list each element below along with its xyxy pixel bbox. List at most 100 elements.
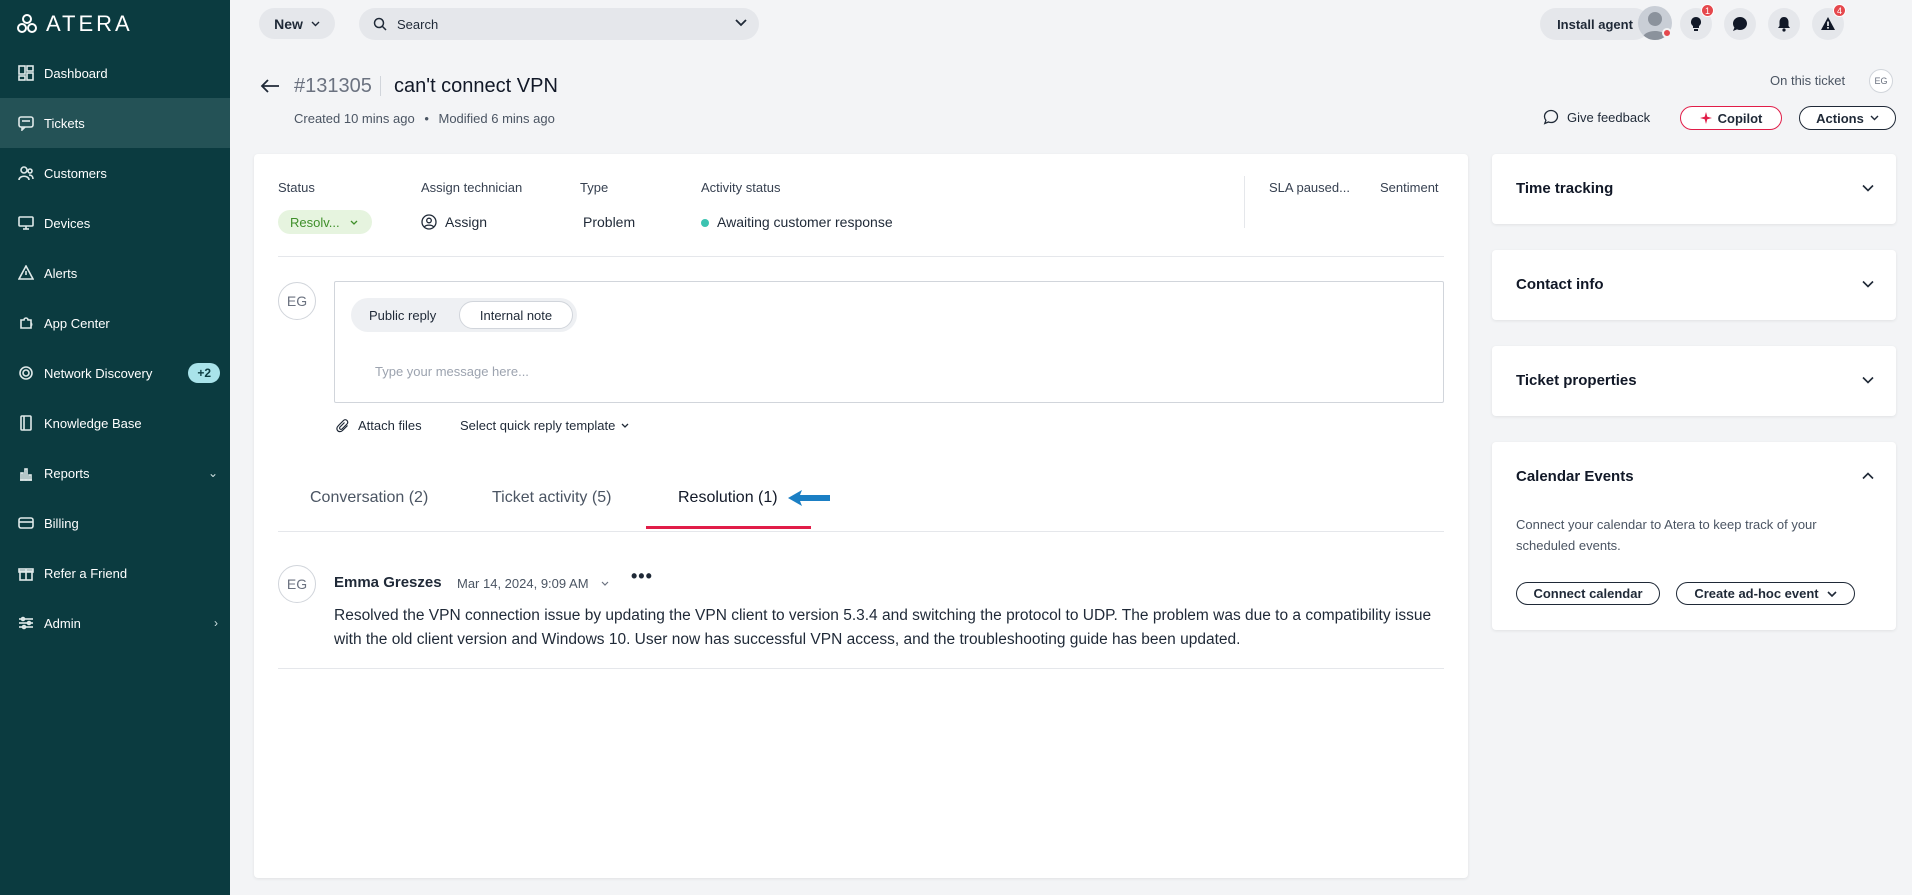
sidebar-item-devices[interactable]: Devices (0, 198, 230, 248)
chevron-down-icon[interactable] (1862, 278, 1874, 290)
active-tab-indicator (646, 526, 811, 529)
type-value[interactable]: Problem (583, 214, 635, 230)
technician-label: Assign technician (421, 180, 523, 195)
gift-icon (16, 563, 36, 583)
alerts-icon (16, 263, 36, 283)
new-button[interactable]: New (259, 8, 335, 39)
sidebar-item-dashboard[interactable]: Dashboard (0, 48, 230, 98)
sidebar-item-tickets[interactable]: Tickets (0, 98, 230, 148)
tab-conversation[interactable]: Conversation (2) (310, 489, 428, 507)
network-discovery-badge: +2 (188, 363, 220, 383)
connect-calendar-button[interactable]: Connect calendar (1516, 582, 1660, 605)
sidebar-item-label: App Center (44, 315, 110, 331)
sidebar-item-reports[interactable]: Reports ⌄ (0, 448, 230, 498)
panel-title: Ticket properties (1516, 372, 1637, 389)
message-input[interactable]: Type your message here... (375, 364, 529, 379)
activity-status-label: Activity status (701, 180, 781, 195)
ticket-properties-panel[interactable]: Ticket properties (1492, 346, 1896, 416)
app-center-icon (16, 313, 36, 333)
atera-logo[interactable]: ATERA (16, 11, 133, 36)
chevron-down-icon (601, 581, 608, 586)
sparkle-icon (1699, 112, 1712, 124)
lightbulb-icon (1691, 17, 1701, 31)
sidebar-item-knowledge-base[interactable]: Knowledge Base (0, 398, 230, 448)
copilot-button[interactable]: Copilot (1680, 106, 1782, 130)
devices-icon (16, 213, 36, 233)
create-ad-hoc-event-button[interactable]: Create ad-hoc event (1676, 582, 1855, 605)
sidebar-item-label: Reports (44, 465, 90, 481)
ticket-main-card: Status Resolv... Assign technician Assig… (254, 154, 1468, 878)
type-label: Type (580, 180, 609, 195)
chevron-down-icon[interactable] (1862, 182, 1874, 194)
annotation-arrow-icon (788, 490, 830, 506)
assign-technician-button[interactable]: Assign (421, 214, 487, 230)
sidebar-item-label: Network Discovery (44, 365, 153, 381)
sidebar-item-label: Admin (44, 615, 81, 631)
install-agent-button[interactable]: Install agent (1540, 8, 1650, 40)
attach-files-label: Attach files (358, 418, 422, 433)
panel-title: Contact info (1516, 276, 1604, 293)
reply-type-toggle: Public reply Internal note (351, 298, 577, 332)
sidebar-item-app-center[interactable]: App Center (0, 298, 230, 348)
sidebar-nav: Dashboard Tickets Customers Devices Aler… (0, 48, 230, 648)
dashboard-icon (16, 63, 36, 83)
feedback-icon (1543, 109, 1559, 125)
fields-divider (1244, 176, 1245, 228)
more-options-icon[interactable]: ••• (631, 566, 653, 587)
back-arrow-icon[interactable] (260, 78, 280, 94)
sidebar-item-label: Knowledge Base (44, 415, 142, 431)
notifications-button[interactable] (1768, 8, 1800, 40)
attach-files-button[interactable]: Attach files (336, 418, 422, 433)
alerts-button[interactable]: 4 (1812, 4, 1846, 40)
public-reply-tab[interactable]: Public reply (369, 308, 436, 323)
entry-author: Emma Greszes (334, 574, 442, 591)
tab-ticket-activity[interactable]: Ticket activity (5) (492, 489, 611, 507)
tickets-icon (16, 113, 36, 133)
copilot-label: Copilot (1717, 110, 1763, 126)
time-tracking-panel[interactable]: Time tracking (1492, 154, 1896, 224)
actions-button[interactable]: Actions (1799, 106, 1896, 130)
composer-avatar: EG (278, 282, 316, 320)
chat-icon (1733, 17, 1747, 31)
chevron-down-icon[interactable] (1862, 374, 1874, 386)
chevron-down-icon (1827, 590, 1837, 597)
sidebar-item-customers[interactable]: Customers (0, 148, 230, 198)
chevron-down-icon (311, 21, 320, 26)
entry-date-label: Mar 14, 2024, 9:09 AM (457, 576, 589, 591)
activity-status-value[interactable]: Awaiting customer response (717, 214, 893, 230)
sidebar-item-label: Alerts (44, 265, 78, 281)
sidebar-item-label: Dashboard (44, 65, 108, 81)
title-divider (380, 76, 381, 96)
alerts-badge: 4 (1832, 4, 1846, 17)
sidebar-item-alerts[interactable]: Alerts (0, 248, 230, 298)
internal-note-tab[interactable]: Internal note (459, 301, 573, 329)
sentiment-label: Sentiment (1380, 180, 1439, 195)
status-dropdown[interactable]: Resolv... (278, 210, 372, 234)
search-input[interactable]: Search (359, 8, 759, 40)
sidebar-item-network-discovery[interactable]: Network Discovery +2 (0, 348, 230, 398)
presence-indicator (1662, 28, 1672, 38)
ticket-title: can't connect VPN (394, 75, 558, 97)
chevron-up-icon[interactable] (1862, 470, 1874, 482)
give-feedback-label: Give feedback (1567, 109, 1651, 125)
sidebar-item-billing[interactable]: Billing (0, 498, 230, 548)
sidebar: ATERA Dashboard Tickets Customers Device… (0, 0, 230, 895)
reply-composer[interactable]: Public reply Internal note Type your mes… (334, 281, 1444, 403)
atera-logo-icon (17, 14, 37, 33)
tab-resolution[interactable]: Resolution (1) (678, 489, 778, 507)
meta-separator: • (424, 111, 429, 126)
ticket-created: Created 10 mins ago (294, 111, 415, 126)
tips-button[interactable]: 1 (1680, 4, 1714, 40)
chat-button[interactable] (1724, 8, 1756, 40)
give-feedback-button[interactable]: Give feedback (1543, 109, 1650, 125)
admin-icon (16, 613, 36, 633)
entry-date[interactable]: Mar 14, 2024, 9:09 AM (457, 576, 609, 591)
sidebar-item-refer-a-friend[interactable]: Refer a Friend (0, 548, 230, 598)
contact-info-panel[interactable]: Contact info (1492, 250, 1896, 320)
chevron-down-icon[interactable] (735, 17, 747, 29)
quick-reply-template-select[interactable]: Select quick reply template (460, 418, 629, 433)
book-icon (16, 413, 36, 433)
sidebar-item-admin[interactable]: Admin › (0, 598, 230, 648)
chevron-right-icon: › (214, 616, 218, 630)
reports-icon (16, 463, 36, 483)
